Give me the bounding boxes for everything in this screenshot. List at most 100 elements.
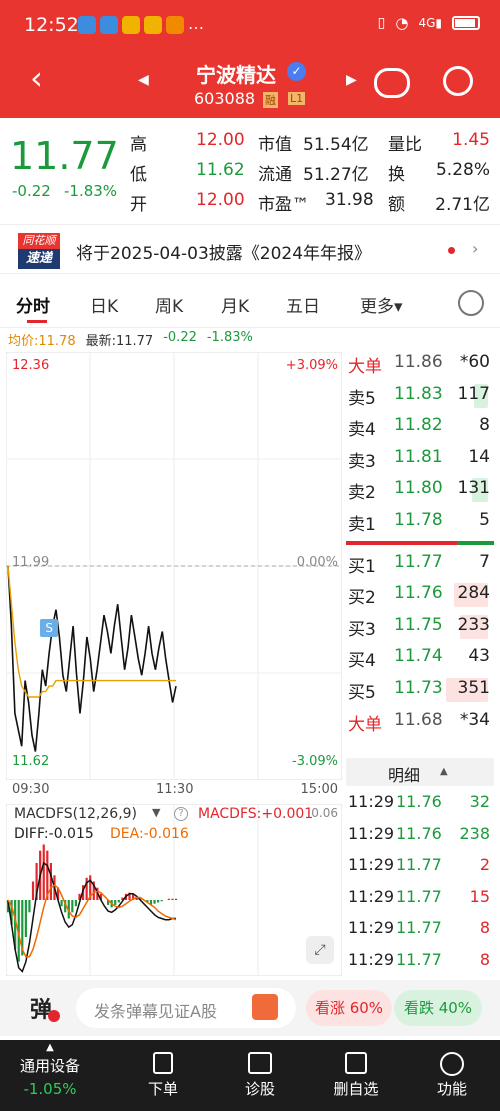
chart-change-pct: -1.83%: [206, 330, 253, 345]
bid-row[interactable]: 买1 11.77 7: [346, 548, 494, 580]
sector-button[interactable]: ▲ 通用设备 -1.05%: [0, 1040, 100, 1111]
macd-title[interactable]: MACDFS(12,26,9): [14, 806, 137, 822]
book-price: 11.78: [394, 510, 443, 530]
current-price: 11.77: [10, 134, 119, 178]
book-price: 11.75: [394, 614, 443, 635]
wechat-icon: [78, 16, 96, 34]
book-level-label: 买5: [348, 683, 376, 703]
diagnose-button[interactable]: 诊股: [210, 1040, 310, 1111]
expand-icon[interactable]: ⤢: [306, 936, 334, 964]
book-volume: 351: [457, 678, 490, 698]
bid-row[interactable]: 买5 11.73 351: [346, 674, 494, 706]
ask-row[interactable]: 卖2 11.80 131: [346, 474, 494, 506]
book-volume: 43: [468, 646, 490, 667]
ask-row[interactable]: 卖3 11.81 14: [346, 443, 494, 475]
detail-price: 11.77: [396, 918, 442, 938]
book-volume: 7: [479, 551, 490, 572]
search-icon[interactable]: [443, 66, 473, 96]
gift-icon[interactable]: [252, 994, 278, 1020]
big-sell-row[interactable]: 大单 11.86 *60: [346, 348, 494, 380]
detail-price: 11.76: [396, 823, 442, 843]
system-icons: ▯ ◔ 4G▮: [378, 14, 480, 32]
book-volume: 117: [457, 383, 490, 404]
bid-row[interactable]: 买4 11.74 43: [346, 642, 494, 674]
detail-price: 11.76: [396, 792, 442, 811]
next-stock-icon[interactable]: ▶: [346, 72, 357, 88]
macdfs-value: MACDFS:+0.001: [198, 806, 314, 822]
more-notifications: …: [188, 14, 204, 33]
detail-time: 11:29: [348, 886, 395, 906]
prev-stock-icon[interactable]: ◀: [138, 72, 149, 88]
ask-row[interactable]: 卖4 11.82 8: [346, 411, 494, 443]
y-tick-bottom: 11.62: [12, 754, 50, 769]
back-arrow-icon[interactable]: ‹: [30, 62, 43, 94]
y-right-tick-bottom: -3.09%: [292, 754, 338, 769]
detail-time: 11:29: [348, 855, 395, 875]
chart-tabs: 分时 日K 周K 月K 五日 更多▾: [0, 280, 500, 328]
wifi-icon: ◔: [395, 14, 409, 32]
tab-monthly-k[interactable]: 月K: [221, 292, 249, 317]
price-chart[interactable]: 12.36 11.99 11.62 +3.09% 0.00% -3.09% S: [6, 352, 342, 780]
order-label: 下单: [147, 1080, 178, 1098]
avg-price-label: 均价:11.78: [8, 334, 76, 349]
tab-daily-k[interactable]: 日K: [90, 292, 118, 317]
bid-row[interactable]: 买3 11.75 233: [346, 611, 494, 643]
tab-intraday[interactable]: 分时: [16, 292, 50, 317]
sector-label: 通用设备: [19, 1057, 80, 1075]
vibrate-icon: ▯: [377, 15, 386, 31]
order-button[interactable]: 下单: [113, 1040, 213, 1111]
diagnose-icon: [248, 1052, 272, 1074]
minus-icon: [345, 1052, 367, 1074]
macd-dropdown-icon[interactable]: ▼: [152, 806, 160, 819]
detail-row: 11:29 11.76 32: [346, 788, 494, 820]
news-text[interactable]: 将于2025-04-03披露《2024年年报》: [76, 239, 371, 264]
event-marker-icon[interactable]: S: [40, 619, 59, 638]
vol-ratio-label: 量比: [388, 135, 422, 155]
bid-row[interactable]: 买2 11.76 284: [346, 579, 494, 611]
amount-label: 额: [388, 195, 405, 215]
x-tick-open: 09:30: [12, 782, 50, 797]
tab-five-day[interactable]: 五日: [286, 292, 320, 317]
tab-weekly-k[interactable]: 周K: [155, 292, 183, 317]
help-icon[interactable]: ?: [174, 807, 188, 821]
danmu-placeholder: 发条弹幕见证A股: [94, 1002, 217, 1021]
book-level-label: 大单: [348, 357, 382, 377]
stock-name: 宁波精达: [196, 63, 276, 87]
ask-row[interactable]: 卖5 11.83 117: [346, 380, 494, 412]
bearish-button[interactable]: 看跌 40%: [394, 990, 482, 1026]
danmu-input[interactable]: 发条弹幕见证A股: [76, 988, 296, 1028]
danmu-bar: 弹 发条弹幕见证A股 看涨 60% 看跌 40%: [0, 980, 500, 1036]
message-icon: [122, 16, 140, 34]
settings-gear-icon[interactable]: [458, 290, 484, 316]
big-buy-row[interactable]: 大单 11.68 *34: [346, 706, 494, 738]
detail-time: 11:29: [348, 950, 395, 969]
detail-time: 11:29: [348, 823, 395, 843]
notification-icons: …: [78, 16, 204, 34]
tab-more[interactable]: 更多▾: [360, 292, 403, 317]
robot-icon[interactable]: [374, 68, 410, 98]
book-level-label: 卖3: [348, 451, 376, 472]
news-bar[interactable]: 同花顺 速递 将于2025-04-03披露《2024年年报》 ›: [0, 224, 500, 274]
battery-icon: [452, 16, 480, 30]
detail-volume: 32: [469, 792, 490, 811]
book-price: 11.86: [394, 352, 443, 372]
chevron-right-icon[interactable]: ›: [472, 239, 478, 258]
book-volume: 233: [457, 614, 490, 635]
news-dot-icon: [448, 247, 455, 254]
app-icon: [100, 16, 118, 34]
details-header[interactable]: 明细 ▲: [346, 758, 494, 786]
book-level-label: 买1: [348, 556, 376, 577]
ask-row[interactable]: 卖1 11.78 5: [346, 506, 494, 538]
detail-price: 11.77: [396, 950, 442, 969]
amount-value: 2.71亿: [435, 195, 490, 215]
detail-row: 11:29 11.77 15: [346, 883, 494, 915]
macd-chart[interactable]: MACDFS(12,26,9) ▼ ? MACDFS:+0.001 0.06 D…: [6, 804, 342, 976]
y-tick-mid: 11.99: [12, 555, 50, 570]
diff-line: [7, 861, 176, 973]
remove-fav-button[interactable]: 删自选: [306, 1040, 406, 1111]
functions-button[interactable]: 功能: [402, 1040, 500, 1111]
stock-code: 603088: [194, 89, 256, 108]
bullish-button[interactable]: 看涨 60%: [306, 990, 392, 1026]
details-title: 明细: [388, 766, 421, 785]
diff-value: DIFF:-0.015: [14, 826, 94, 842]
